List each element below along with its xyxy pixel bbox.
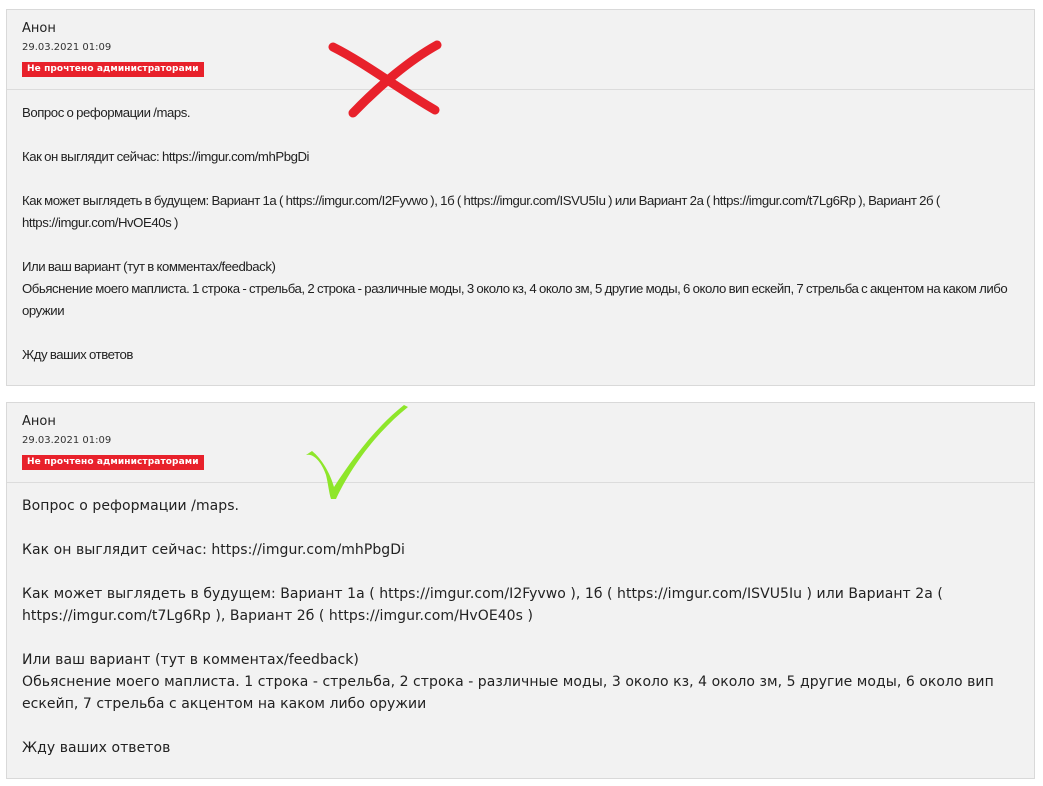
post-line: Как он выглядит сейчас: https://imgur.co… [22,542,405,558]
status-badge: Не прочтено администраторами [22,455,204,470]
post-meta: Анон 29.03.2021 01:09 Не прочтено админи… [7,403,1034,482]
post-line: Жду ваших ответов [22,740,171,756]
post-line: Вопрос о реформации /maps. [22,105,191,120]
post-line: Вопрос о реформации /maps. [22,498,240,514]
post-line: Или ваш вариант (тут в комментах/feedbac… [22,652,359,668]
post-line: Жду ваших ответов [22,347,133,362]
post-line: Обьяснение моего маплиста. 1 строка - ст… [22,281,1008,318]
post-meta: Анон 29.03.2021 01:09 Не прочтено админи… [7,10,1034,89]
post-body: Вопрос о реформации /maps. Как он выгляд… [7,90,1034,366]
post-date: 29.03.2021 01:09 [22,435,112,446]
post-body: Вопрос о реформации /maps. Как он выгляд… [7,483,1034,759]
post-line: Как может выглядеть в будущем: Вариант 1… [22,586,943,624]
post-line: Как может выглядеть в будущем: Вариант 1… [22,193,940,230]
post-author[interactable]: Анон [22,413,1019,431]
post-date: 29.03.2021 01:09 [22,42,112,53]
post-line: Как он выглядит сейчас: https://imgur.co… [22,149,310,164]
status-badge: Не прочтено администраторами [22,62,204,77]
post-card: Анон 29.03.2021 01:09 Не прочтено админи… [6,402,1035,779]
post-author[interactable]: Анон [22,20,1019,38]
post-line: Обьяснение моего маплиста. 1 строка - ст… [22,674,994,712]
post-card: Анон 29.03.2021 01:09 Не прочтено админи… [6,9,1035,386]
post-line: Или ваш вариант (тут в комментах/feedbac… [22,259,276,274]
